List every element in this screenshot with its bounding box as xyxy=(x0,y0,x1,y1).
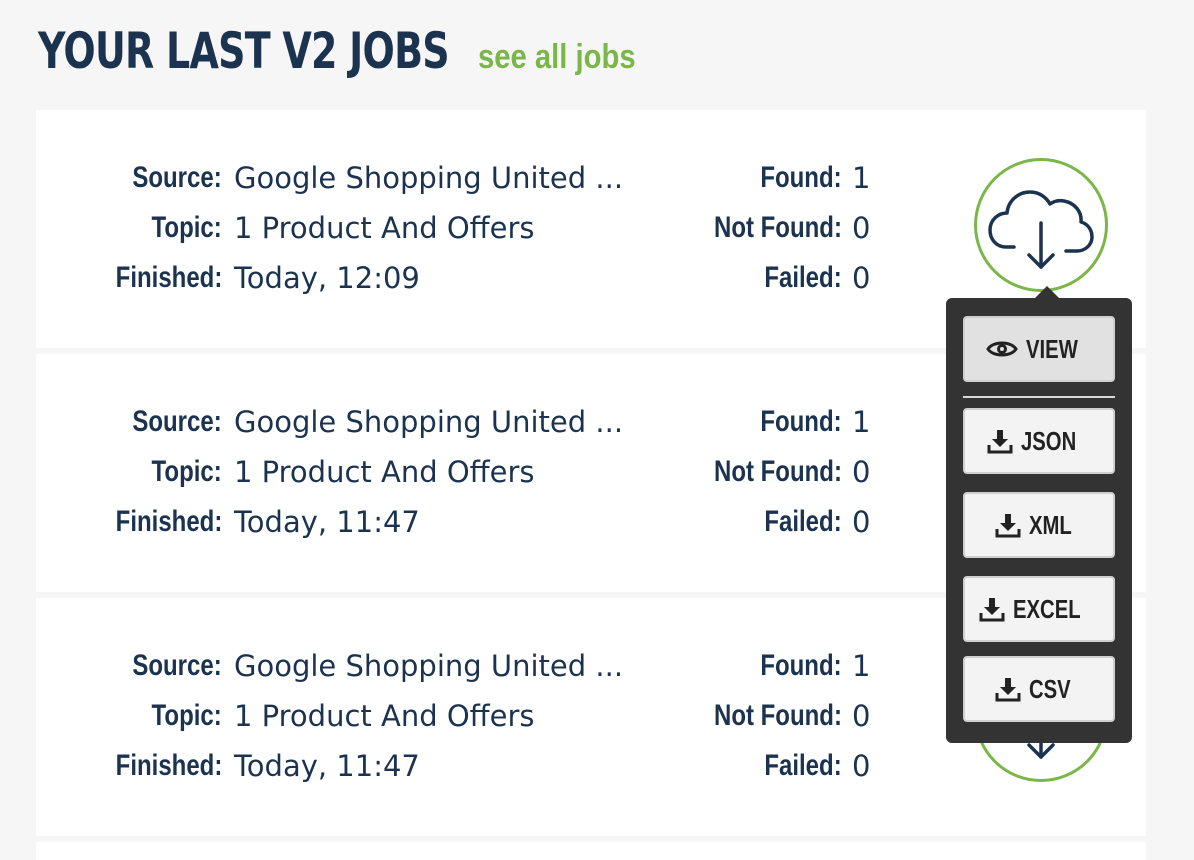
found-label: Found: xyxy=(760,161,842,194)
json-download-button[interactable]: JSON xyxy=(963,408,1115,474)
finished-label: Finished: xyxy=(115,261,222,294)
topic-value: 1 Product And Offers xyxy=(234,699,535,733)
csv-button-label: CSV xyxy=(1029,673,1071,704)
not-found-label: Not Found: xyxy=(714,211,842,244)
source-value: Google Shopping United ... xyxy=(234,405,624,439)
found-value: 1 xyxy=(852,161,871,195)
finished-value: Today, 11:47 xyxy=(234,749,420,783)
found-value: 1 xyxy=(852,405,871,439)
menu-divider xyxy=(963,396,1115,398)
csv-download-button[interactable]: CSV xyxy=(963,656,1115,722)
download-icon xyxy=(995,514,1021,538)
finished-row: Finished: Today, 11:47 Failed: 0 xyxy=(36,741,1146,791)
excel-download-button[interactable]: EXCEL xyxy=(963,576,1115,642)
source-label: Source: xyxy=(132,649,222,682)
topic-label: Topic: xyxy=(151,699,222,732)
not-found-label: Not Found: xyxy=(714,699,842,732)
failed-value: 0 xyxy=(852,749,871,783)
found-label: Found: xyxy=(760,405,842,438)
view-button-label: VIEW xyxy=(1025,333,1078,364)
not-found-label: Not Found: xyxy=(714,455,842,488)
found-label: Found: xyxy=(760,649,842,682)
xml-download-button[interactable]: XML xyxy=(963,492,1115,558)
page-header: YOUR LAST V2 JOBS see all jobs xyxy=(38,22,661,80)
page-title: YOUR LAST V2 JOBS xyxy=(38,22,450,80)
excel-button-label: EXCEL xyxy=(1012,593,1081,624)
download-button[interactable] xyxy=(974,158,1108,292)
topic-value: 1 Product And Offers xyxy=(234,211,535,245)
view-button[interactable]: VIEW xyxy=(963,316,1115,382)
source-label: Source: xyxy=(132,161,222,194)
finished-label: Finished: xyxy=(115,749,222,782)
eye-icon xyxy=(985,341,1018,357)
not-found-value: 0 xyxy=(852,455,871,489)
download-icon xyxy=(979,598,1005,622)
topic-value: 1 Product And Offers xyxy=(234,455,535,489)
download-icon xyxy=(995,678,1021,702)
failed-label: Failed: xyxy=(764,749,842,782)
failed-label: Failed: xyxy=(764,505,842,538)
finished-label: Finished: xyxy=(115,505,222,538)
popover-arrow xyxy=(1035,286,1059,298)
finished-row: Finished: Today, 12:09 Failed: 0 xyxy=(36,253,1146,303)
cloud-download-icon xyxy=(988,190,1094,269)
see-all-jobs-link[interactable]: see all jobs xyxy=(478,38,636,77)
not-found-value: 0 xyxy=(852,699,871,733)
source-label: Source: xyxy=(132,405,222,438)
download-icon xyxy=(987,430,1013,454)
xml-button-label: XML xyxy=(1028,509,1072,540)
failed-value: 0 xyxy=(852,261,871,295)
failed-label: Failed: xyxy=(764,261,842,294)
topic-label: Topic: xyxy=(151,211,222,244)
found-value: 1 xyxy=(852,649,871,683)
finished-value: Today, 12:09 xyxy=(234,261,420,295)
job-card xyxy=(36,842,1146,860)
not-found-value: 0 xyxy=(852,211,871,245)
topic-label: Topic: xyxy=(151,455,222,488)
json-button-label: JSON xyxy=(1020,425,1076,456)
source-value: Google Shopping United ... xyxy=(234,161,624,195)
failed-value: 0 xyxy=(852,505,871,539)
finished-value: Today, 11:47 xyxy=(234,505,420,539)
source-value: Google Shopping United ... xyxy=(234,649,624,683)
download-menu: VIEW JSON XML EXCEL CSV xyxy=(946,298,1132,743)
